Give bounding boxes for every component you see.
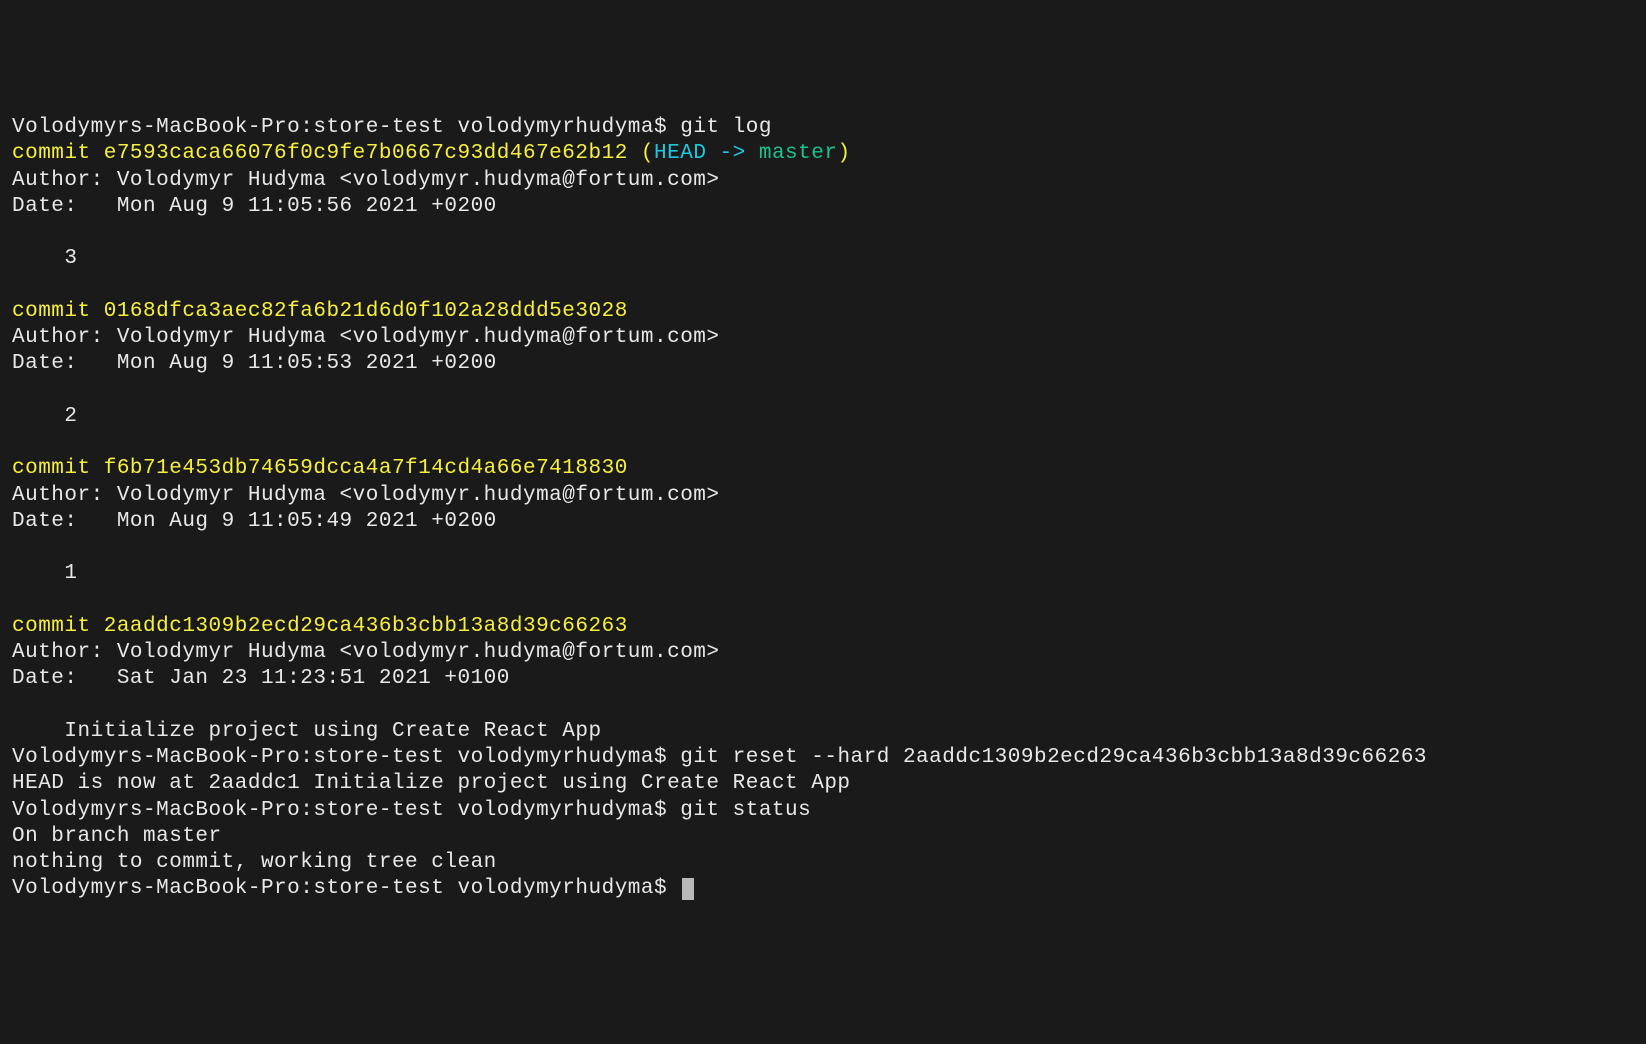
commit-message: 3: [12, 246, 1634, 272]
date-line: Date: Mon Aug 9 11:05:56 2021 +0200: [12, 194, 1634, 220]
author-line: Author: Volodymyr Hudyma <volodymyr.hudy…: [12, 168, 1634, 194]
blank-line: [12, 535, 1634, 561]
blank-line: [12, 273, 1634, 299]
commit-line: commit f6b71e453db74659dcca4a7f14cd4a66e…: [12, 456, 1634, 482]
cursor: [682, 878, 694, 900]
reset-output: HEAD is now at 2aaddc1 Initialize projec…: [12, 771, 1634, 797]
commit-hash: commit f6b71e453db74659dcca4a7f14cd4a66e…: [12, 457, 628, 480]
command-gitlog: git log: [680, 116, 772, 139]
commit-line: commit 2aaddc1309b2ecd29ca436b3cbb13a8d3…: [12, 614, 1634, 640]
blank-line: [12, 693, 1634, 719]
prompt-line: Volodymyrs-MacBook-Pro:store-test volody…: [12, 745, 1634, 771]
commit-hash: commit 2aaddc1309b2ecd29ca436b3cbb13a8d3…: [12, 615, 628, 638]
commit-line: commit e7593caca66076f0c9fe7b0667c93dd46…: [12, 141, 1634, 167]
ref-branch: master: [759, 142, 838, 165]
commit-message: 2: [12, 404, 1634, 430]
commit-message: Initialize project using Create React Ap…: [12, 719, 1634, 745]
prompt-line: Volodymyrs-MacBook-Pro:store-test volody…: [12, 115, 1634, 141]
commit-hash: commit 0168dfca3aec82fa6b21d6d0f102a28dd…: [12, 300, 628, 323]
ref-open: (: [628, 142, 654, 165]
author-line: Author: Volodymyr Hudyma <volodymyr.hudy…: [12, 483, 1634, 509]
blank-line: [12, 220, 1634, 246]
date-line: Date: Sat Jan 23 11:23:51 2021 +0100: [12, 666, 1634, 692]
prompt: Volodymyrs-MacBook-Pro:store-test volody…: [12, 877, 680, 900]
prompt: Volodymyrs-MacBook-Pro:store-test volody…: [12, 799, 680, 822]
command-gitstatus: git status: [680, 799, 811, 822]
date-line: Date: Mon Aug 9 11:05:49 2021 +0200: [12, 509, 1634, 535]
ref-close: ): [837, 142, 850, 165]
commit-message: 1: [12, 561, 1634, 587]
status-clean: nothing to commit, working tree clean: [12, 850, 1634, 876]
commit-hash: commit e7593caca66076f0c9fe7b0667c93dd46…: [12, 142, 628, 165]
date-line: Date: Mon Aug 9 11:05:53 2021 +0200: [12, 351, 1634, 377]
author-line: Author: Volodymyr Hudyma <volodymyr.hudy…: [12, 640, 1634, 666]
terminal-output[interactable]: Volodymyrs-MacBook-Pro:store-test volody…: [12, 115, 1634, 903]
status-branch: On branch master: [12, 824, 1634, 850]
prompt: Volodymyrs-MacBook-Pro:store-test volody…: [12, 116, 680, 139]
prompt-line: Volodymyrs-MacBook-Pro:store-test volody…: [12, 798, 1634, 824]
blank-line: [12, 588, 1634, 614]
command-gitreset: git reset --hard 2aaddc1309b2ecd29ca436b…: [680, 746, 1427, 769]
blank-line: [12, 378, 1634, 404]
ref-head: HEAD ->: [654, 142, 759, 165]
prompt-line: Volodymyrs-MacBook-Pro:store-test volody…: [12, 876, 1634, 902]
author-line: Author: Volodymyr Hudyma <volodymyr.hudy…: [12, 325, 1634, 351]
blank-line: [12, 430, 1634, 456]
commit-line: commit 0168dfca3aec82fa6b21d6d0f102a28dd…: [12, 299, 1634, 325]
prompt: Volodymyrs-MacBook-Pro:store-test volody…: [12, 746, 680, 769]
